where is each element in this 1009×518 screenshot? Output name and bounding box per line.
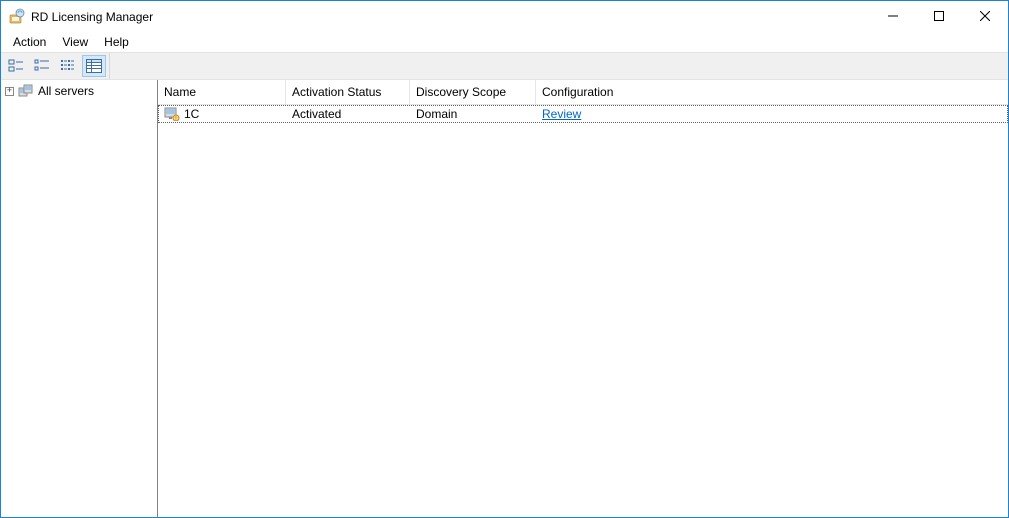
tree-root-label: All servers	[38, 84, 94, 98]
column-header-configuration[interactable]: Configuration	[536, 80, 660, 104]
toolbar-large-icons-button[interactable]	[4, 55, 28, 77]
toolbar	[1, 52, 1008, 80]
minimize-button[interactable]	[870, 1, 916, 31]
servers-icon	[18, 84, 34, 98]
menu-view[interactable]: View	[54, 33, 96, 51]
window-controls	[870, 1, 1008, 31]
server-row[interactable]: ! 1C Activated Domain Review	[158, 105, 1008, 123]
cell-name-text: 1C	[184, 107, 199, 121]
list-pane: Name Activation Status Discovery Scope C…	[158, 80, 1008, 517]
menu-action[interactable]: Action	[5, 33, 54, 51]
svg-text:!: !	[175, 116, 176, 121]
toolbar-list-button[interactable]	[56, 55, 80, 77]
app-icon	[9, 8, 25, 24]
column-header-activation-status[interactable]: Activation Status	[286, 80, 410, 104]
cell-name: ! 1C	[158, 105, 286, 123]
tree-node-all-servers[interactable]: All servers	[1, 82, 157, 100]
list-header: Name Activation Status Discovery Scope C…	[158, 80, 1008, 105]
titlebar: RD Licensing Manager	[1, 1, 1008, 32]
toolbar-details-button[interactable]	[82, 55, 106, 77]
review-link[interactable]: Review	[542, 107, 581, 121]
expand-toggle-icon[interactable]	[5, 87, 14, 96]
close-button[interactable]	[962, 1, 1008, 31]
menu-help[interactable]: Help	[96, 33, 137, 51]
toolbar-group-views	[1, 53, 110, 79]
tree-pane: All servers	[1, 80, 158, 517]
toolbar-small-icons-button[interactable]	[30, 55, 54, 77]
menubar: Action View Help	[1, 32, 1008, 52]
cell-activation-status: Activated	[286, 105, 410, 123]
column-header-name[interactable]: Name	[158, 80, 286, 104]
column-header-discovery-scope[interactable]: Discovery Scope	[410, 80, 536, 104]
server-icon: !	[164, 107, 180, 121]
maximize-button[interactable]	[916, 1, 962, 31]
window-title: RD Licensing Manager	[31, 9, 870, 24]
app-window: RD Licensing Manager Action View Help	[0, 0, 1009, 518]
cell-configuration: Review	[536, 105, 660, 123]
cell-discovery-scope: Domain	[410, 105, 536, 123]
list-body: ! 1C Activated Domain Review	[158, 105, 1008, 517]
main-content: All servers Name Activation Status Disco…	[1, 80, 1008, 517]
